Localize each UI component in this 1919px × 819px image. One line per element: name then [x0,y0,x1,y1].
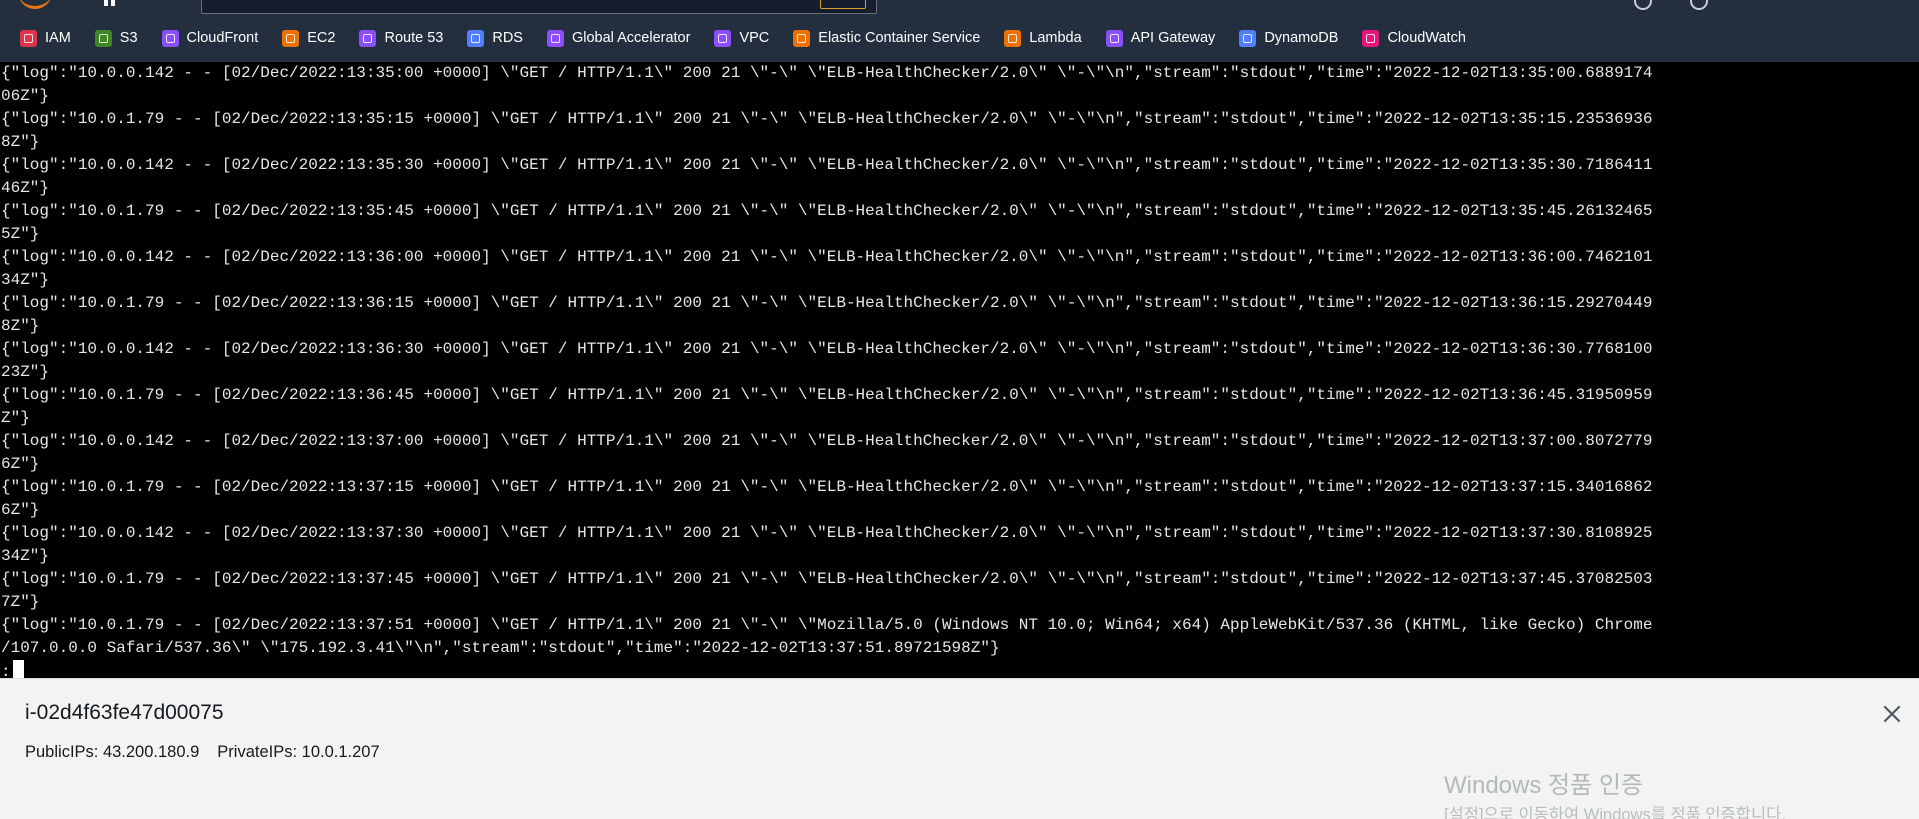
favorites-bar: IAM S3 CloudFront EC2 Route 53 RDS Global Acce… [20,26,1490,50]
instance-info-panel: i-02d4f63fe47d00075 PublicIPs: 43.200.18… [0,678,1919,819]
public-ips: PublicIPs: 43.200.180.9 [25,743,200,761]
favorite-label: Lambda [1029,30,1082,46]
favorite-label: Route 53 [384,30,444,46]
favorite-label: EC2 [307,30,336,46]
favorite-label: VPC [739,30,770,46]
favorite-dynamodb[interactable]: DynamoDB [1239,29,1339,47]
windows-activation-subtitle: [설정]으로 이동하여 Windows를 정품 인증합니다. [1444,806,1786,819]
help-icon[interactable] [1690,0,1708,10]
terminal-line: {"log":"10.0.1.79 - - [02/Dec/2022:13:36… [1,294,1653,312]
terminal-line: {"log":"10.0.0.142 - - [02/Dec/2022:13:3… [1,432,1653,450]
close-icon [1883,705,1901,723]
pager-prompt-text: : [1,663,11,678]
favorite-cloudfront[interactable]: CloudFront [161,29,259,47]
vpc-icon [714,29,732,47]
terminal-line: 7Z"} [1,593,40,611]
terminal-line: {"log":"10.0.0.142 - - [02/Dec/2022:13:3… [1,156,1653,174]
terminal-line: {"log":"10.0.1.79 - - [02/Dec/2022:13:35… [1,110,1653,128]
instance-ip-row: PublicIPs: 43.200.180.9 PrivateIPs: 10.0.… [25,743,380,762]
s3-icon [94,29,112,47]
rds-icon [467,29,485,47]
iam-icon [20,29,37,47]
terminal-line: 46Z"} [1,179,50,197]
terminal-output: {"log":"10.0.0.142 - - [02/Dec/2022:13:3… [0,62,1919,660]
favorite-label: API Gateway [1130,30,1216,46]
terminal-line: {"log":"10.0.0.142 - - [02/Dec/2022:13:3… [1,64,1653,82]
terminal-line: 8Z"} [1,133,40,151]
global-accelerator-icon [546,29,564,47]
search-shortcut-badge [820,0,866,9]
terminal-line: {"log":"10.0.1.79 - - [02/Dec/2022:13:36… [1,386,1653,404]
terminal-line: 6Z"} [1,455,40,473]
favorite-vpc[interactable]: VPC [714,29,770,47]
terminal-line: {"log":"10.0.0.142 - - [02/Dec/2022:13:3… [1,524,1653,542]
instance-id: i-02d4f63fe47d00075 [25,701,224,724]
terminal-line: 34Z"} [1,547,50,565]
route53-icon [359,29,377,47]
favorite-api-gateway[interactable]: API Gateway [1105,29,1216,47]
terminal-line: {"log":"10.0.1.79 - - [02/Dec/2022:13:37… [1,616,1653,634]
favorite-label: CloudWatch [1387,30,1466,46]
terminal-line: 8Z"} [1,317,40,335]
terminal-line: 23Z"} [1,363,50,381]
session-terminal[interactable]: {"log":"10.0.0.142 - - [02/Dec/2022:13:3… [0,62,1919,678]
terminal-line: 5Z"} [1,225,40,243]
favorite-label: Elastic Container Service [818,30,981,46]
terminal-line: 06Z"} [1,87,50,105]
private-ips: PrivateIPs: 10.0.1.207 [217,743,380,761]
terminal-line: /107.0.0.0 Safari/537.36\" \"175.192.3.4… [1,639,1000,657]
terminal-line: {"log":"10.0.1.79 - - [02/Dec/2022:13:35… [1,202,1653,220]
favorite-label: Global Accelerator [571,30,691,46]
cloudfront-icon [161,29,179,47]
terminal-line: 34Z"} [1,271,50,289]
aws-logo[interactable] [18,0,52,9]
terminal-line: {"log":"10.0.1.79 - - [02/Dec/2022:13:37… [1,570,1653,588]
ecs-icon [793,29,811,47]
cloudwatch-icon [1362,29,1380,47]
favorite-label: CloudFront [186,30,259,46]
lambda-icon [1004,29,1022,47]
close-button[interactable] [1880,702,1904,726]
favorite-lambda[interactable]: Lambda [1004,29,1082,47]
favorite-route53[interactable]: Route 53 [359,29,444,47]
favorite-label: IAM [45,30,71,46]
services-grid-icon[interactable] [104,0,122,6]
dynamodb-icon [1239,29,1257,47]
terminal-cursor [12,660,24,678]
terminal-line: Z"} [1,409,30,427]
favorite-cloudwatch[interactable]: CloudWatch [1362,29,1466,47]
favorite-rds[interactable]: RDS [467,29,523,47]
windows-activation-title: Windows 정품 인증 [1444,772,1644,799]
favorite-ec2[interactable]: EC2 [282,29,336,47]
notifications-icon[interactable] [1634,0,1652,10]
aws-top-nav: IAM S3 CloudFront EC2 Route 53 RDS Global Acce… [0,0,1919,62]
favorite-s3[interactable]: S3 [94,29,138,47]
favorite-label: S3 [119,30,138,46]
terminal-line: 6Z"} [1,501,40,519]
terminal-line: {"log":"10.0.1.79 - - [02/Dec/2022:13:37… [1,478,1653,496]
favorite-global-accelerator[interactable]: Global Accelerator [546,29,691,47]
terminal-line: {"log":"10.0.0.142 - - [02/Dec/2022:13:3… [1,248,1653,266]
favorite-label: DynamoDB [1264,30,1339,46]
favorite-iam[interactable]: IAM [20,29,71,47]
favorite-ecs[interactable]: Elastic Container Service [793,29,981,47]
top-nav-clipped-row [0,0,1919,14]
pager-prompt[interactable]: : [0,660,1919,678]
search-input[interactable] [201,0,877,14]
api-gateway-icon [1105,29,1123,47]
ec2-icon [282,29,300,47]
terminal-line: {"log":"10.0.0.142 - - [02/Dec/2022:13:3… [1,340,1653,358]
favorite-label: RDS [492,30,523,46]
